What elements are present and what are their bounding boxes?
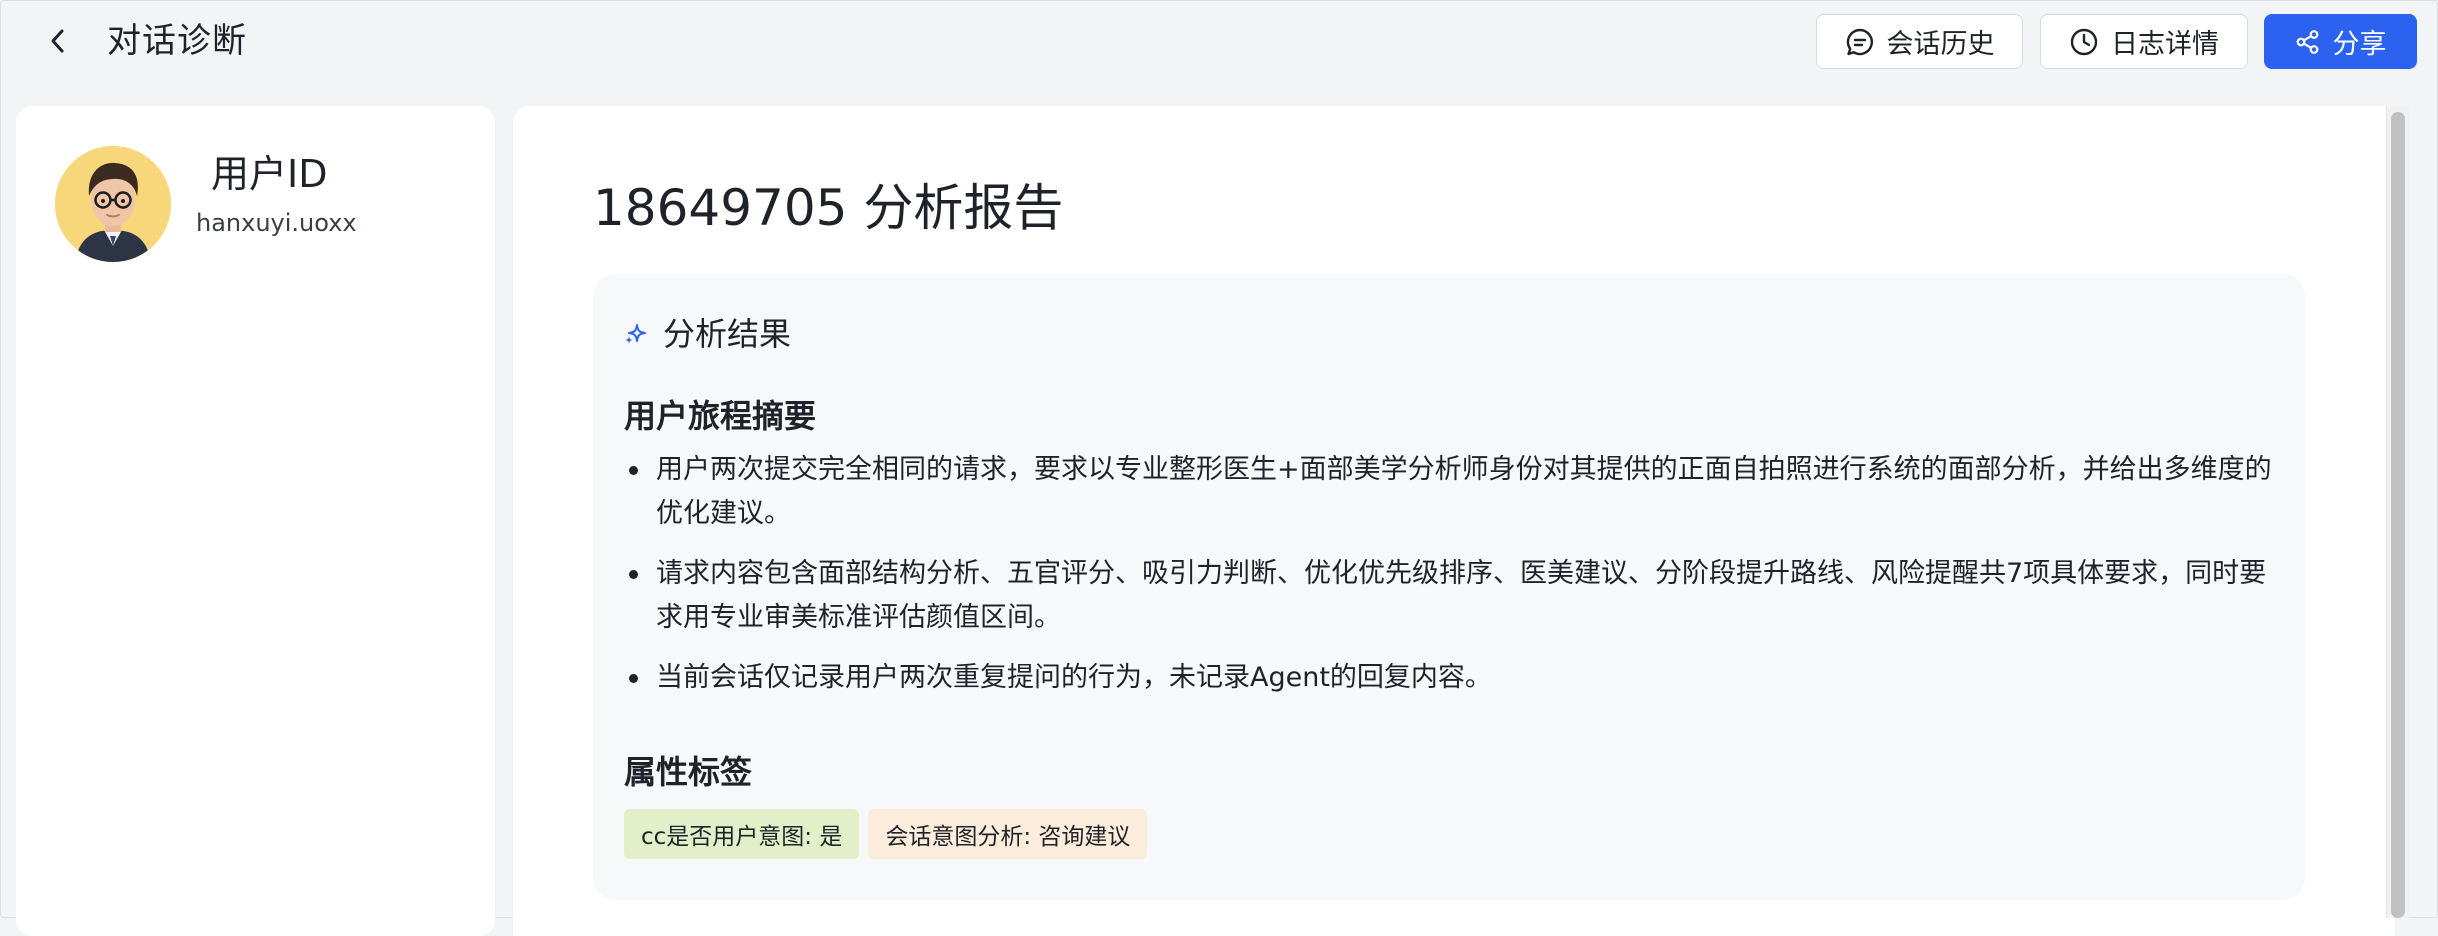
report-panel: 18649705 分析报告 分析结果 用户旅程摘要 用户两次提交完全相同的请求，… [513, 106, 2395, 936]
report-title: 18649705 分析报告 [593, 179, 1064, 237]
list-item: 请求内容包含面部结构分析、五官评分、吸引力判断、优化优先级排序、医美建议、分阶段… [623, 552, 2288, 640]
chat-bubble-icon [1846, 28, 1873, 55]
analysis-result-card: 分析结果 用户旅程摘要 用户两次提交完全相同的请求，要求以专业整形医生+面部美学… [593, 274, 2305, 900]
journey-summary-title: 用户旅程摘要 [624, 397, 817, 435]
conversation-history-button[interactable]: 会话历史 [1816, 14, 2023, 69]
attribute-tags: cc是否用户意图: 是 会话意图分析: 咨询建议 [624, 809, 1148, 859]
clock-icon [2070, 28, 2098, 55]
back-button[interactable] [40, 20, 76, 62]
top-bar: 对话诊断 会话历史 日志详情 分享 [0, 0, 2438, 84]
page-title: 对话诊断 [107, 21, 247, 61]
history-button-label: 会话历史 [1886, 29, 1995, 60]
tag-intent-analysis: 会话意图分析: 咨询建议 [868, 809, 1148, 859]
analysis-result-title: 分析结果 [663, 315, 792, 353]
share-button[interactable]: 分享 [2264, 14, 2417, 69]
vertical-scrollbar[interactable] [2386, 106, 2409, 918]
user-name: hanxuyi.uoxx [196, 209, 357, 237]
analysis-result-header: 分析结果 [623, 312, 791, 356]
list-item: 用户两次提交完全相同的请求，要求以专业整形医生+面部美学分析师身份对其提供的正面… [623, 448, 2288, 536]
user-panel: 用户ID hanxuyi.uoxx [16, 106, 495, 936]
share-button-label: 分享 [2332, 29, 2387, 60]
user-id-label: 用户ID [211, 152, 328, 196]
list-item: 当前会话仅记录用户两次重复提问的行为，未记录Agent的回复内容。 [623, 656, 2288, 700]
tag-user-intent: cc是否用户意图: 是 [624, 809, 860, 859]
log-details-button[interactable]: 日志详情 [2040, 14, 2248, 69]
share-icon [2296, 29, 2318, 54]
scrollbar-thumb[interactable] [2391, 112, 2405, 918]
sparkle-icon [625, 324, 646, 344]
back-arrow-icon [51, 29, 64, 53]
log-button-label: 日志详情 [2111, 29, 2219, 60]
journey-summary-list: 用户两次提交完全相同的请求，要求以专业整形医生+面部美学分析师身份对其提供的正面… [623, 448, 2288, 716]
attribute-tags-title: 属性标签 [624, 753, 753, 791]
avatar [55, 146, 171, 262]
avatar-portrait-icon [55, 146, 171, 262]
